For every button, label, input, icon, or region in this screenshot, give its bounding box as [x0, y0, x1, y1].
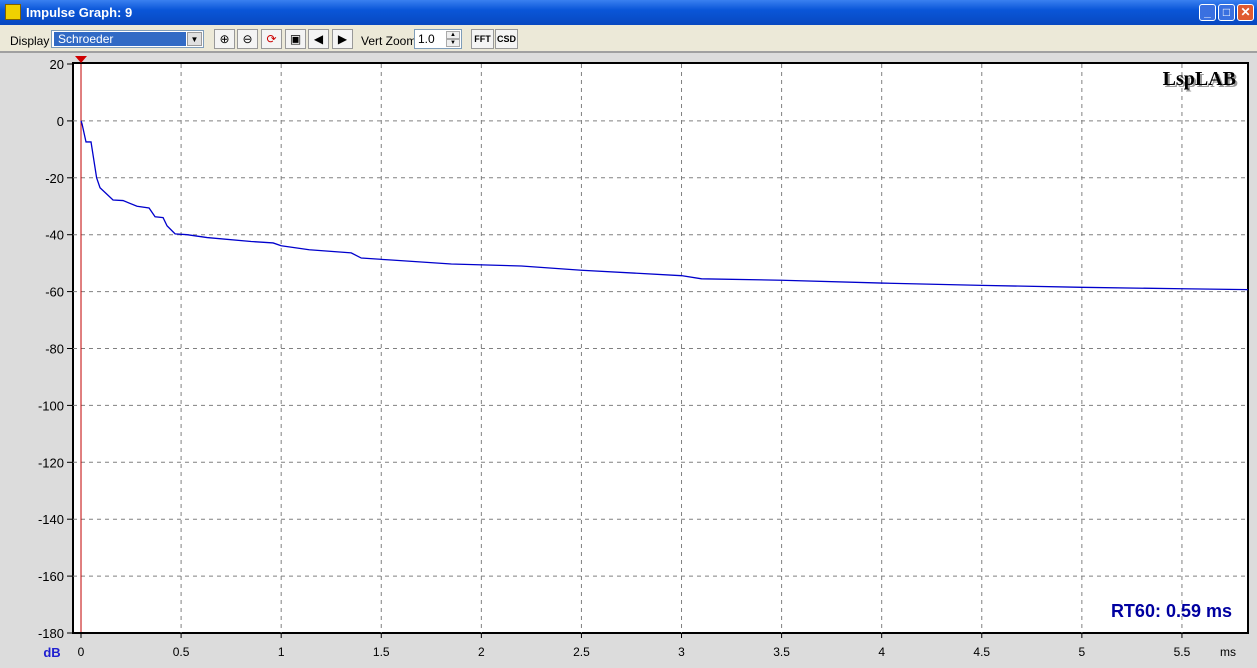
y-axis-label: dB	[43, 645, 60, 660]
x-axis-label: ms	[1220, 645, 1236, 659]
x-tick-label: 3.5	[773, 645, 790, 659]
x-tick-label: 4	[878, 645, 885, 659]
y-tick-label: 0	[57, 114, 64, 129]
x-tick-label: 2.5	[573, 645, 590, 659]
x-tick-label: 0	[78, 645, 85, 659]
y-tick-label: -140	[38, 512, 64, 527]
x-tick-label: 5	[1079, 645, 1086, 659]
lsplab-logo: LspLAB	[1163, 68, 1236, 90]
x-tick-label: 1	[278, 645, 285, 659]
y-tick-label: -100	[38, 398, 64, 413]
y-tick-label: -180	[38, 626, 64, 641]
x-tick-label: 1.5	[373, 645, 390, 659]
x-tick-label: 0.5	[173, 645, 190, 659]
cursor-marker-triangle[interactable]	[75, 56, 88, 63]
impulse-graph[interactable]: 0 0.5 1 1.5 2 2.5 3 3.5 4 4.5 5 5.5 20 0 -20 -40 -60 -80 -…	[0, 0, 1257, 668]
x-tick-label: 2	[478, 645, 485, 659]
y-tick-label: -160	[38, 569, 64, 584]
y-tick-label: -20	[45, 171, 64, 186]
y-tick-label: -120	[38, 455, 64, 470]
rt60-readout: RT60: 0.59 ms	[1111, 601, 1232, 621]
y-tick-label: -60	[45, 285, 64, 300]
x-tick-label: 4.5	[973, 645, 990, 659]
x-tick-label: 5.5	[1174, 645, 1191, 659]
y-tick-label: -40	[45, 228, 64, 243]
y-tick-label: -80	[45, 342, 64, 357]
y-tick-label: 20	[50, 57, 64, 72]
x-tick-label: 3	[678, 645, 685, 659]
